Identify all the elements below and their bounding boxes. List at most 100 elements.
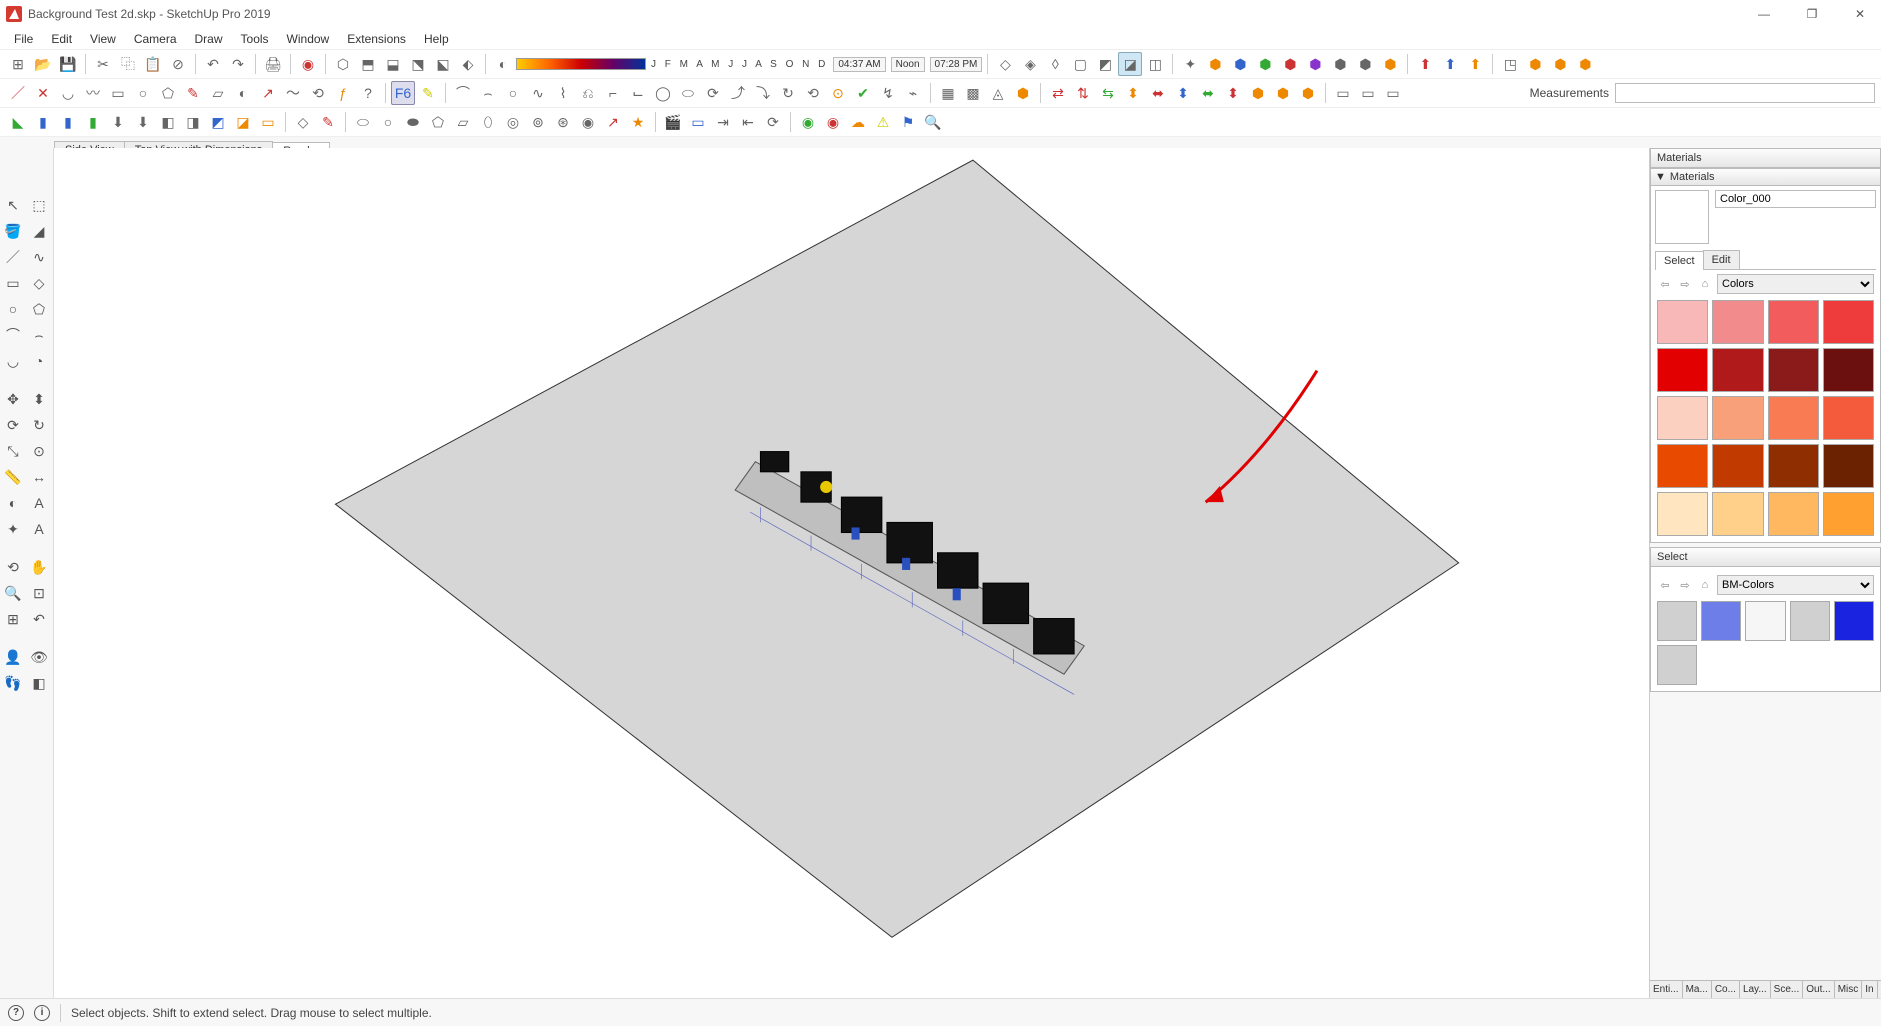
color-swatch[interactable] [1823,300,1874,344]
zoomwin-icon[interactable]: ⊡ [26,580,52,606]
flip-9-icon[interactable]: ⬢ [1246,81,1270,105]
tray-tab-1[interactable]: Ma... [1683,981,1712,998]
curve-10-icon[interactable]: ⬭ [676,81,700,105]
ext-a-icon[interactable]: ◣ [6,110,30,134]
curve-16-icon[interactable]: ⊙ [826,81,850,105]
tray-tab-7[interactable]: In [1862,981,1877,998]
maximize-button[interactable]: ❐ [1797,7,1827,21]
followme-icon[interactable]: ↻ [26,412,52,438]
freehand-tool-icon[interactable]: ∿ [26,244,52,270]
curve-8-icon[interactable]: ⌙ [626,81,650,105]
arc-icon[interactable]: ◡ [56,81,80,105]
pan-icon[interactable]: ✋ [26,554,52,580]
curve-18-icon[interactable]: ↯ [876,81,900,105]
curve-7-icon[interactable]: ⌐ [601,81,625,105]
color-swatch[interactable] [1657,444,1708,488]
info-icon[interactable]: i [34,1005,50,1021]
sandbox-4-icon[interactable]: ⬢ [1011,81,1035,105]
cut-icon[interactable]: ✂ [91,52,115,76]
render-6-icon[interactable]: 🔍 [921,110,945,134]
curve-14-icon[interactable]: ↻ [776,81,800,105]
flip-2-icon[interactable]: ⇅ [1071,81,1095,105]
curve-3-icon[interactable]: ○ [501,81,525,105]
ext-f-icon[interactable]: ⬇ [131,110,155,134]
flip-1-icon[interactable]: ⇄ [1046,81,1070,105]
anim-3-icon[interactable]: ⇥ [711,110,735,134]
erase-line-icon[interactable]: ✕ [31,81,55,105]
help-icon[interactable]: ? [8,1005,24,1021]
flip-11-icon[interactable]: ⬢ [1296,81,1320,105]
flip-7-icon[interactable]: ⬌ [1196,81,1220,105]
position-cam-icon[interactable]: 👤 [0,644,26,670]
ext-4-icon[interactable]: ⬢ [1573,52,1597,76]
axis-icon[interactable]: ✦ [1178,52,1202,76]
tray-tab-6[interactable]: Misc [1835,981,1863,998]
line-icon[interactable]: ／ [6,81,30,105]
tool-c-icon[interactable]: ↗ [256,81,280,105]
color-swatch[interactable] [1768,300,1819,344]
color-swatch[interactable] [1768,444,1819,488]
color-swatch[interactable] [1790,601,1830,641]
color-swatch[interactable] [1657,396,1708,440]
anim-2-icon[interactable]: ▭ [686,110,710,134]
shaded-icon[interactable]: ◩ [1093,52,1117,76]
time-1[interactable]: 04:37 AM [833,57,885,72]
curve-1-icon[interactable]: ⌒ [451,81,475,105]
menu-window[interactable]: Window [279,30,338,48]
tool-d-icon[interactable]: 〜 [281,81,305,105]
rotrect-icon[interactable]: ◇ [26,270,52,296]
materials-tab-select[interactable]: Select [1655,251,1704,270]
ext-b-icon[interactable]: ▮ [31,110,55,134]
draw-2-icon[interactable]: ✎ [316,110,340,134]
color-swatch[interactable] [1712,348,1763,392]
shaded-textures-icon[interactable]: ◪ [1118,52,1142,76]
render-4-icon[interactable]: ⚠ [871,110,895,134]
xray-icon[interactable]: ◇ [993,52,1017,76]
color-swatch[interactable] [1712,444,1763,488]
rotate-icon[interactable]: ⟳ [0,412,26,438]
time-2[interactable]: 07:28 PM [930,57,983,72]
shape-12-icon[interactable]: ★ [626,110,650,134]
solid-8-icon[interactable]: ⬢ [1378,52,1402,76]
solid-4-icon[interactable]: ⬢ [1278,52,1302,76]
materials-tab-edit[interactable]: Edit [1703,250,1740,269]
warehouse-3-icon[interactable]: ⬆ [1463,52,1487,76]
curve-4-icon[interactable]: ∿ [526,81,550,105]
ext-j-icon[interactable]: ◪ [231,110,255,134]
menu-edit[interactable]: Edit [43,30,80,48]
menu-file[interactable]: File [6,30,41,48]
freehand-icon[interactable]: 〰 [81,81,105,105]
color-swatch[interactable] [1657,601,1697,641]
ext-3-icon[interactable]: ⬢ [1548,52,1572,76]
tray-tab-5[interactable]: Out... [1803,981,1834,998]
color-swatch[interactable] [1712,300,1763,344]
model-info-icon[interactable]: ◉ [296,52,320,76]
ext-d-icon[interactable]: ▮ [81,110,105,134]
sandbox-2-icon[interactable]: ▩ [961,81,985,105]
hidden-line-icon[interactable]: ▢ [1068,52,1092,76]
menu-tools[interactable]: Tools [233,30,277,48]
menu-extensions[interactable]: Extensions [339,30,414,48]
color-swatch[interactable] [1745,601,1785,641]
curve-12-icon[interactable]: ⤴ [726,81,750,105]
delete-icon[interactable]: ⊘ [166,52,190,76]
iso-icon[interactable]: ⬡ [331,52,355,76]
shadow-date-slider[interactable] [516,58,646,70]
tool-f-icon[interactable]: ƒ [331,81,355,105]
paint-icon[interactable]: 🪣 [0,218,26,244]
walk-icon[interactable]: 👣 [0,670,26,696]
circle-icon[interactable]: ○ [131,81,155,105]
polygon-icon[interactable]: ⬠ [156,81,180,105]
polygon-tool-icon[interactable]: ⬠ [26,296,52,322]
flip-8-icon[interactable]: ⬍ [1221,81,1245,105]
menu-help[interactable]: Help [416,30,457,48]
curve-11-icon[interactable]: ⟳ [701,81,725,105]
close-button[interactable]: ✕ [1845,7,1875,21]
arc2-icon[interactable]: ⌢ [26,322,52,348]
library-select-1[interactable]: Colors [1717,274,1874,294]
minimize-button[interactable]: — [1749,7,1779,21]
nav-back-icon[interactable]: ⇦ [1657,278,1673,291]
copy-icon[interactable]: ⿻ [116,52,140,76]
tool-g-icon[interactable]: ? [356,81,380,105]
offset-icon[interactable]: ⊙ [26,438,52,464]
